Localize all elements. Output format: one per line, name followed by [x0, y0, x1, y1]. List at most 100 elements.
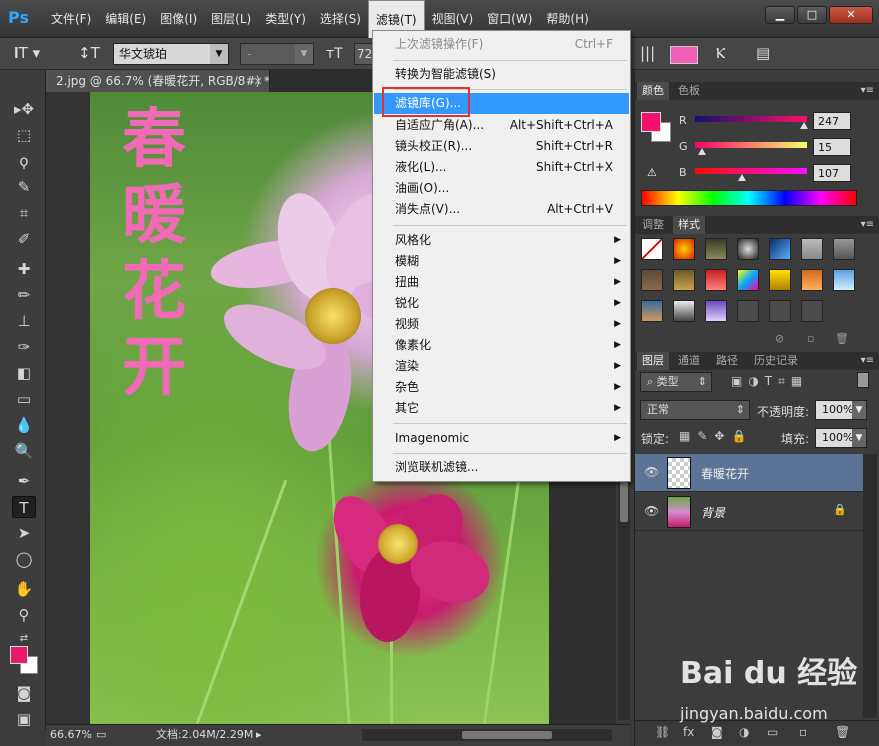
- tab-swatches[interactable]: 色板: [673, 82, 705, 100]
- scroll-thumb[interactable]: [462, 731, 552, 739]
- style-preset-swatch[interactable]: [673, 238, 695, 260]
- tab-paths[interactable]: 路径: [711, 352, 743, 370]
- green-value-input[interactable]: 15: [813, 138, 851, 156]
- chevron-down-icon[interactable]: ▼: [852, 401, 866, 419]
- menu-item-other[interactable]: 其它 ▶: [374, 398, 629, 419]
- green-slider-thumb[interactable]: [697, 148, 706, 155]
- close-button[interactable]: ✕: [829, 6, 873, 24]
- red-slider[interactable]: [695, 116, 807, 122]
- layer-row-text[interactable]: 👁 春暖花开: [635, 454, 863, 492]
- gradient-tool-icon[interactable]: ▭: [12, 388, 36, 410]
- document-tab[interactable]: 2.jpg @ 66.7% (春暖花开, RGB/8#) * ×: [46, 70, 270, 92]
- type-tool-preset-icon[interactable]: 𝐈T ▾: [14, 44, 40, 62]
- new-style-icon[interactable]: ▫: [807, 332, 814, 345]
- move-tool-icon[interactable]: ▸✥: [12, 98, 36, 120]
- layer-filter-icons[interactable]: ▣◑T⌗▦: [731, 374, 808, 389]
- blend-mode-select[interactable]: 正常 ⇕: [640, 400, 750, 420]
- style-preset-swatch[interactable]: [641, 269, 663, 291]
- menu-item-imagenomic[interactable]: Imagenomic ▶: [374, 428, 629, 449]
- quick-select-tool-icon[interactable]: ✎: [12, 176, 36, 198]
- menu-item-convert-smart-filter[interactable]: 转换为智能滤镜(S): [374, 64, 629, 85]
- clear-style-icon[interactable]: ⊘: [775, 332, 784, 345]
- panel-menu-icon[interactable]: ▾≡: [861, 216, 874, 234]
- font-style-select[interactable]: - ▼: [240, 43, 314, 65]
- style-preset-swatch[interactable]: [801, 269, 823, 291]
- healing-brush-tool-icon[interactable]: ✚: [12, 258, 36, 280]
- menu-item-lens-correction[interactable]: 镜头校正(R)... Shift+Ctrl+R: [374, 136, 629, 157]
- blur-tool-icon[interactable]: 💧: [12, 414, 36, 436]
- chevron-down-icon[interactable]: ▼: [852, 429, 866, 447]
- layer-row-background[interactable]: 👁 背景 🔒: [635, 493, 863, 531]
- color-spectrum-bar[interactable]: [641, 190, 857, 206]
- tab-adjustments[interactable]: 调整: [637, 216, 669, 234]
- menu-item-stylize[interactable]: 风格化 ▶: [374, 230, 629, 251]
- tab-history[interactable]: 历史记录: [749, 352, 803, 370]
- zoom-preview-icon[interactable]: ▭: [96, 725, 106, 745]
- style-preset-swatch[interactable]: [769, 238, 791, 260]
- visibility-eye-icon[interactable]: 👁: [644, 465, 659, 479]
- vertical-scrollbar[interactable]: [618, 476, 630, 720]
- menu-item-video[interactable]: 视频 ▶: [374, 314, 629, 335]
- horizontal-scrollbar[interactable]: [362, 729, 612, 741]
- style-preset-swatch[interactable]: [705, 300, 727, 322]
- menu-item-sharpen[interactable]: 锐化 ▶: [374, 293, 629, 314]
- ellipse-tool-icon[interactable]: ◯: [12, 548, 36, 570]
- style-preset-swatch[interactable]: [737, 238, 759, 260]
- menu-layer[interactable]: 图层(L): [204, 0, 258, 38]
- blue-slider-thumb[interactable]: [738, 174, 747, 181]
- link-layers-icon[interactable]: ⛓: [655, 725, 670, 739]
- foreground-color-swatch[interactable]: [641, 112, 661, 132]
- style-preset-swatch[interactable]: [769, 269, 791, 291]
- layer-filter-select[interactable]: ⌕ 类型 ⇕: [640, 372, 712, 392]
- tab-channels[interactable]: 通道: [673, 352, 705, 370]
- blue-value-input[interactable]: 107: [813, 164, 851, 182]
- screen-mode-icon[interactable]: ▣: [12, 708, 36, 730]
- menu-type[interactable]: 类型(Y): [258, 0, 313, 38]
- style-preset-swatch[interactable]: [705, 238, 727, 260]
- crop-tool-icon[interactable]: ⌗: [12, 202, 36, 224]
- lock-options-icons[interactable]: ▦✎✥🔒: [679, 429, 753, 443]
- style-preset-swatch[interactable]: [673, 300, 695, 322]
- text-layer-content[interactable]: 春 暖 花 开: [114, 102, 194, 406]
- gamut-warning-icon[interactable]: ⚠: [647, 166, 657, 179]
- opacity-input[interactable]: 100% ▼: [815, 400, 867, 420]
- zoom-tool-icon[interactable]: ⚲: [12, 604, 36, 626]
- blue-slider[interactable]: [695, 168, 807, 174]
- style-preset-swatch[interactable]: [641, 300, 663, 322]
- align-text-icon[interactable]: |||: [640, 44, 655, 62]
- minimize-button[interactable]: ▁: [765, 6, 795, 24]
- menu-item-noise[interactable]: 杂色 ▶: [374, 377, 629, 398]
- hand-tool-icon[interactable]: ✋: [12, 578, 36, 600]
- warp-text-icon[interactable]: Ⲕ: [716, 44, 725, 62]
- menu-item-render[interactable]: 渲染 ▶: [374, 356, 629, 377]
- style-preset-swatch[interactable]: [737, 269, 759, 291]
- zoom-level[interactable]: 66.67%: [50, 725, 92, 745]
- panel-menu-icon[interactable]: ▾≡: [861, 352, 874, 370]
- status-menu-arrow-icon[interactable]: ▸: [256, 725, 262, 745]
- tab-color[interactable]: 颜色: [637, 82, 669, 100]
- character-panel-icon[interactable]: ▤: [756, 44, 770, 62]
- pen-tool-icon[interactable]: ✒: [12, 470, 36, 492]
- style-preset-swatch[interactable]: [769, 300, 791, 322]
- menu-edit[interactable]: 编辑(E): [98, 0, 153, 38]
- panel-menu-icon[interactable]: ▾≡: [861, 82, 874, 100]
- foreground-color-swatch[interactable]: [10, 646, 28, 664]
- close-icon[interactable]: ×: [253, 70, 263, 92]
- text-color-swatch[interactable]: [670, 46, 698, 64]
- menu-item-distort[interactable]: 扭曲 ▶: [374, 272, 629, 293]
- type-tool-icon[interactable]: T: [12, 496, 36, 518]
- eyedropper-tool-icon[interactable]: ✐: [12, 228, 36, 250]
- font-family-select[interactable]: 华文琥珀 ▼: [113, 43, 229, 65]
- text-orientation-icon[interactable]: ↕T: [78, 44, 100, 62]
- menu-file[interactable]: 文件(F): [44, 0, 98, 38]
- menu-item-adaptive-wide-angle[interactable]: 自适应广角(A)... Alt+Shift+Ctrl+A: [374, 115, 629, 136]
- delete-style-icon[interactable]: 🗑: [835, 332, 849, 345]
- menu-item-last-filter[interactable]: 上次滤镜操作(F) Ctrl+F: [374, 34, 629, 55]
- document-size-info[interactable]: 文档:2.04M/2.29M: [156, 725, 253, 745]
- visibility-eye-icon[interactable]: 👁: [644, 504, 659, 518]
- menu-item-blur[interactable]: 模糊 ▶: [374, 251, 629, 272]
- quick-mask-icon[interactable]: ◙: [12, 682, 36, 704]
- style-preset-swatch[interactable]: [737, 300, 759, 322]
- style-preset-swatch[interactable]: [801, 300, 823, 322]
- menu-item-pixelate[interactable]: 像素化 ▶: [374, 335, 629, 356]
